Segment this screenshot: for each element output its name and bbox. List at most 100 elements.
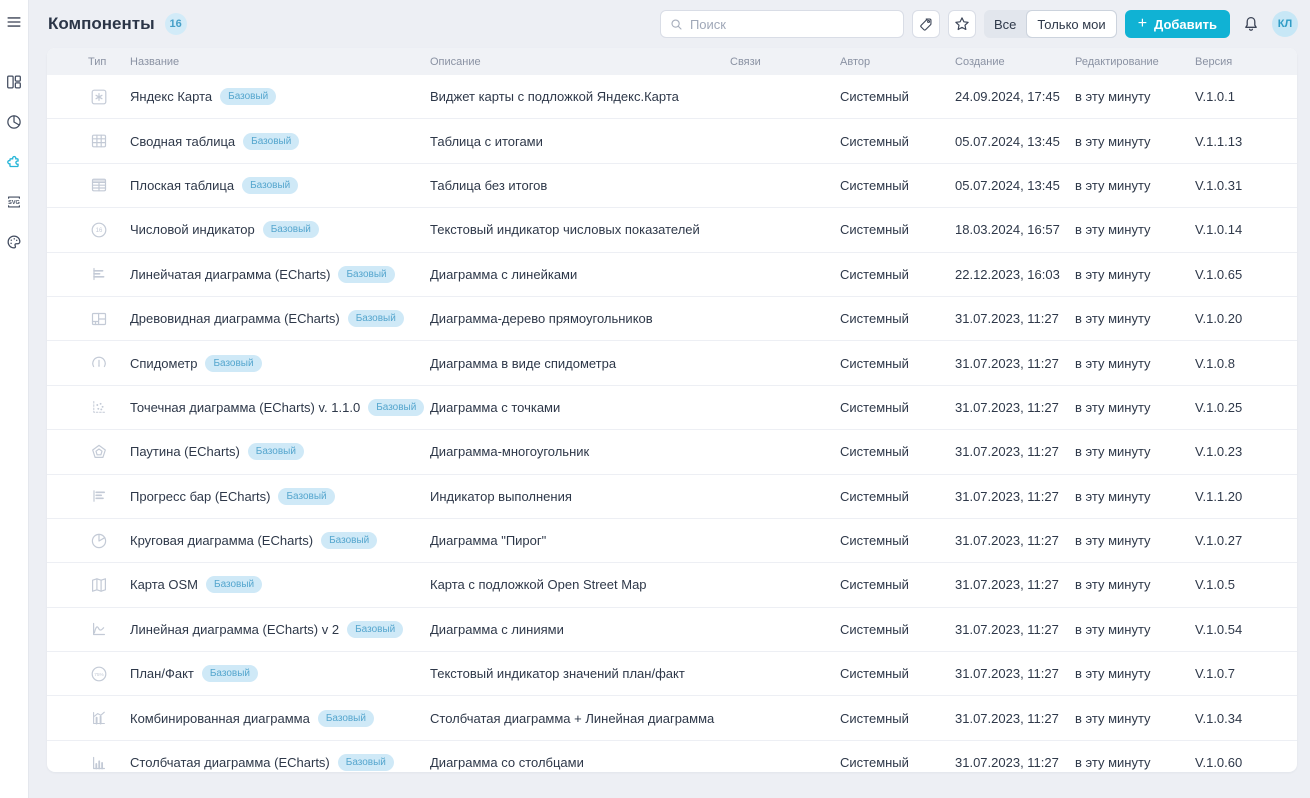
base-badge: Базовый (206, 576, 262, 593)
component-description: Диаграмма "Пирог" (430, 533, 730, 548)
component-description: Текстовый индикатор значений план/факт (430, 666, 730, 681)
topbar-actions: Все Только мои + Добавить КЛ (660, 10, 1298, 38)
component-description: Диаграмма с линиями (430, 622, 730, 637)
filter-all-segment[interactable]: Все (984, 10, 1026, 38)
component-created: 31.07.2023, 11:27 (955, 400, 1075, 415)
palette-icon[interactable] (4, 233, 24, 251)
component-name: Плоская таблица (130, 178, 234, 193)
notifications-button[interactable] (1238, 11, 1264, 37)
component-description: Таблица без итогов (430, 178, 730, 193)
tags-filter-button[interactable] (912, 10, 940, 38)
column-header-type: Тип (47, 56, 130, 68)
table-row[interactable]: Сводная таблица Базовый Таблица с итогам… (47, 119, 1297, 163)
line-chart-icon (89, 619, 109, 639)
component-version: V.1.1.13 (1195, 134, 1297, 149)
search-box[interactable] (660, 10, 904, 38)
svg-text:16: 16 (96, 228, 103, 234)
component-name: Спидометр (130, 356, 197, 371)
table-row[interactable]: 75% План/Факт Базовый Текстовый индикато… (47, 652, 1297, 696)
component-edited: в эту минуту (1075, 178, 1195, 193)
menu-toggle-button[interactable] (4, 12, 24, 32)
base-badge: Базовый (347, 621, 403, 638)
table-row[interactable]: Точечная диаграмма (ECharts) v. 1.1.0 Ба… (47, 386, 1297, 430)
dashboard-icon[interactable] (4, 73, 24, 91)
column-header-author: Автор (840, 56, 955, 68)
table-row[interactable]: Столбчатая диаграмма (ECharts) Базовый Д… (47, 741, 1297, 772)
table-row[interactable]: 16 Числовой индикатор Базовый Текстовый … (47, 208, 1297, 252)
component-version: V.1.1.20 (1195, 489, 1297, 504)
add-component-button[interactable]: + Добавить (1125, 10, 1230, 38)
table-row[interactable]: Прогресс бар (ECharts) Базовый Индикатор… (47, 475, 1297, 519)
component-created: 22.12.2023, 16:03 (955, 267, 1075, 282)
component-created: 31.07.2023, 11:27 (955, 577, 1075, 592)
component-created: 05.07.2024, 13:45 (955, 134, 1075, 149)
scatter-icon (89, 397, 109, 417)
table-row[interactable]: Яндекс Карта Базовый Виджет карты с подл… (47, 75, 1297, 119)
table-row[interactable]: Плоская таблица Базовый Таблица без итог… (47, 164, 1297, 208)
table-row[interactable]: Линейчатая диаграмма (ECharts) Базовый Д… (47, 253, 1297, 297)
component-version: V.1.0.27 (1195, 533, 1297, 548)
component-author: Системный (840, 533, 955, 548)
component-name: Точечная диаграмма (ECharts) v. 1.1.0 (130, 400, 360, 415)
component-version: V.1.0.1 (1195, 89, 1297, 104)
topbar: Компоненты 16 Все Только мои + (30, 0, 1310, 48)
component-edited: в эту минуту (1075, 134, 1195, 149)
table-row[interactable]: Комбинированная диаграмма Базовый Столбч… (47, 696, 1297, 740)
component-description: Диаграмма с линейками (430, 267, 730, 282)
component-edited: в эту минуту (1075, 311, 1195, 326)
component-created: 31.07.2023, 11:27 (955, 711, 1075, 726)
component-version: V.1.0.20 (1195, 311, 1297, 326)
component-version: V.1.0.34 (1195, 711, 1297, 726)
component-author: Системный (840, 666, 955, 681)
component-version: V.1.0.23 (1195, 444, 1297, 459)
component-description: Виджет карты с подложкой Яндекс.Карта (430, 89, 730, 104)
table-row[interactable]: Круговая диаграмма (ECharts) Базовый Диа… (47, 519, 1297, 563)
component-description: Диаграмма в виде спидометра (430, 356, 730, 371)
progress-bar-icon (89, 486, 109, 506)
component-name: Древовидная диаграмма (ECharts) (130, 311, 340, 326)
bar-horizontal-icon (89, 264, 109, 284)
table-row[interactable]: Линейная диаграмма (ECharts) v 2 Базовый… (47, 608, 1297, 652)
component-created: 31.07.2023, 11:27 (955, 533, 1075, 548)
user-avatar[interactable]: КЛ (1272, 11, 1298, 37)
column-header-description: Описание (430, 56, 730, 68)
component-name: Числовой индикатор (130, 222, 255, 237)
component-created: 31.07.2023, 11:27 (955, 356, 1075, 371)
component-description: Карта с подложкой Open Street Map (430, 577, 730, 592)
table-row[interactable]: Спидометр Базовый Диаграмма в виде спидо… (47, 341, 1297, 385)
component-created: 18.03.2024, 16:57 (955, 222, 1075, 237)
table-row[interactable]: Паутина (ECharts) Базовый Диаграмма-мног… (47, 430, 1297, 474)
yandex-map-icon (89, 87, 109, 107)
component-name: Линейчатая диаграмма (ECharts) (130, 267, 330, 282)
favorites-filter-button[interactable] (948, 10, 976, 38)
component-description: Диаграмма-многоугольник (430, 444, 730, 459)
puzzle-icon[interactable] (4, 153, 24, 171)
column-header-links: Связи (730, 56, 840, 68)
filter-only-mine-segment[interactable]: Только мои (1026, 10, 1116, 38)
component-description: Диаграмма со столбцами (430, 755, 730, 770)
component-name: Столбчатая диаграмма (ECharts) (130, 755, 330, 770)
table-row[interactable]: Древовидная диаграмма (ECharts) Базовый … (47, 297, 1297, 341)
component-created: 31.07.2023, 11:27 (955, 755, 1075, 770)
component-version: V.1.0.8 (1195, 356, 1297, 371)
flat-table-icon (89, 175, 109, 195)
component-description: Диаграмма с точками (430, 400, 730, 415)
component-author: Системный (840, 134, 955, 149)
plus-icon: + (1138, 16, 1147, 32)
table-row[interactable]: Карта OSM Базовый Карта с подложкой Open… (47, 563, 1297, 607)
component-version: V.1.0.54 (1195, 622, 1297, 637)
component-edited: в эту минуту (1075, 444, 1195, 459)
search-icon (669, 17, 684, 32)
component-version: V.1.0.5 (1195, 577, 1297, 592)
base-badge: Базовый (220, 88, 276, 105)
search-input[interactable] (690, 17, 895, 32)
svg-text:SVG: SVG (8, 200, 20, 206)
page-title: Компоненты (48, 14, 155, 34)
pie-chart-icon (89, 531, 109, 551)
sidebar-nav: SVG (4, 73, 24, 251)
component-name: Карта OSM (130, 577, 198, 592)
pie-chart-icon[interactable] (4, 113, 24, 131)
component-name: Линейная диаграмма (ECharts) v 2 (130, 622, 339, 637)
svg-icon[interactable]: SVG (4, 193, 24, 211)
base-badge: Базовый (248, 443, 304, 460)
